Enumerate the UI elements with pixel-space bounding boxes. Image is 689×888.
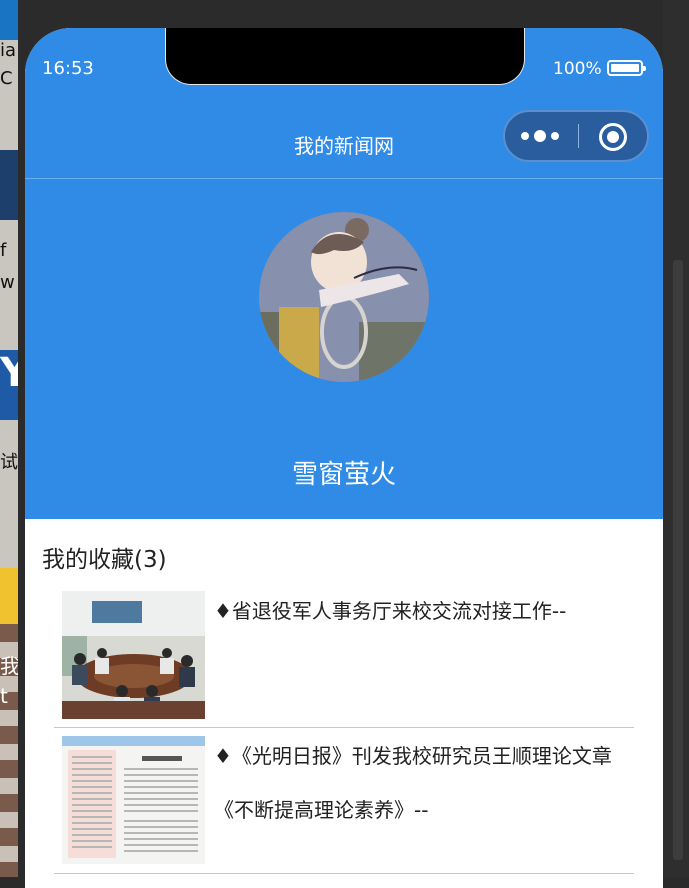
desktop-text: w — [0, 272, 15, 293]
desktop-text: 我 — [0, 654, 18, 678]
miniprogram-capsule — [503, 110, 649, 162]
desktop-background: ia C f w Y 试 我 t — [0, 0, 18, 877]
desktop-text: t — [0, 684, 8, 708]
phone-notch — [165, 28, 525, 85]
battery-icon — [607, 60, 646, 76]
list-item[interactable]: ♦省退役军人事务厅来校交流对接工作-- — [54, 583, 634, 728]
desktop-icon[interactable] — [0, 568, 18, 624]
close-target-icon[interactable] — [599, 123, 627, 151]
scrollbar-thumb[interactable] — [673, 260, 683, 860]
news-title[interactable]: ♦《光明日报》刊发我校研究员王顺理论文章《不断提高理论素养》-- — [214, 729, 626, 837]
desktop-text: ia — [0, 40, 17, 61]
nav-divider — [25, 178, 663, 179]
scrollbar[interactable] — [663, 0, 689, 877]
newspaper-photo — [62, 736, 205, 864]
meeting-photo — [62, 591, 205, 719]
list-item[interactable]: ♦《光明日报》刊发我校研究员王顺理论文章《不断提高理论素养》-- — [54, 728, 634, 874]
desktop-icon[interactable] — [0, 0, 18, 40]
battery-percent: 100% — [553, 59, 602, 79]
desktop-text: f — [0, 240, 7, 261]
status-time: 16:53 — [42, 58, 94, 79]
avatar-illustration — [259, 212, 429, 382]
desktop-text: C — [0, 68, 13, 89]
desktop-text: 试 — [0, 452, 18, 473]
simulator-frame — [18, 0, 689, 30]
username: 雪窗萤火 — [291, 460, 396, 490]
desktop-icon[interactable]: Y — [0, 350, 18, 420]
phone-screen: 16:53 100% 我的新闻网 雪窗萤火 我的收藏(3) ♦省退役军人事务厅来… — [25, 28, 663, 888]
avatar[interactable] — [259, 212, 429, 382]
news-thumbnail — [62, 736, 205, 864]
capsule-divider — [578, 124, 579, 148]
desktop-icon[interactable] — [0, 150, 18, 220]
news-title[interactable]: ♦省退役军人事务厅来校交流对接工作-- — [214, 584, 626, 638]
favorites-title: 我的收藏(3) — [42, 547, 167, 573]
news-thumbnail — [62, 591, 205, 719]
more-icon[interactable] — [521, 127, 563, 145]
